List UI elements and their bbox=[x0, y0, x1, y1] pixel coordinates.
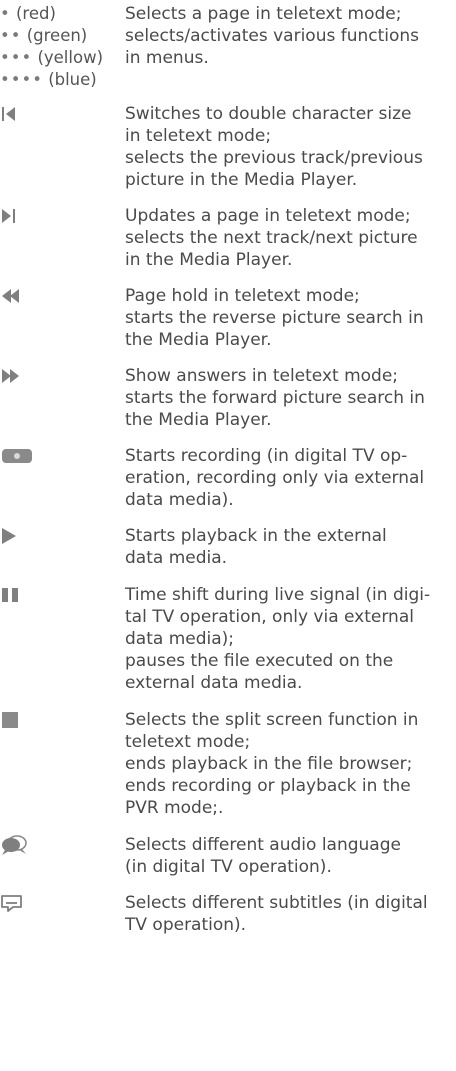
row-description: Updates a page in teletext mode; selects… bbox=[125, 205, 455, 271]
description-line: data media). bbox=[125, 490, 234, 510]
description-line: TV operation). bbox=[125, 915, 247, 935]
description-line: Selects a page in teletext mode; bbox=[125, 4, 402, 24]
record-icon bbox=[2, 449, 32, 463]
description-line: picture in the Media Player. bbox=[125, 170, 358, 190]
row-description: Selects different subtitles (in digital … bbox=[125, 892, 455, 936]
color-button-label: (green) bbox=[26, 26, 88, 45]
symbol-cell bbox=[0, 834, 110, 856]
color-button-label: (red) bbox=[15, 4, 56, 23]
description-line: Starts playback in the external bbox=[125, 526, 387, 546]
color-button-red: • (red) bbox=[0, 3, 125, 25]
description-line: Switches to double character size bbox=[125, 104, 412, 124]
description-line: (in digital TV operation). bbox=[125, 857, 332, 877]
row-description: Switches to double character size in tel… bbox=[125, 103, 455, 191]
description-line: external data media. bbox=[125, 673, 303, 693]
rewind-icon bbox=[2, 288, 22, 304]
description-line: Page hold in teletext mode; bbox=[125, 286, 360, 306]
description-line: eration, recording only via external bbox=[125, 468, 425, 488]
blue-dots-icon: •••• bbox=[0, 70, 43, 89]
audio-language-icon bbox=[2, 835, 27, 855]
symbol-cell bbox=[0, 892, 110, 914]
color-button-label: (blue) bbox=[48, 70, 97, 89]
symbol-cell bbox=[0, 709, 110, 731]
description-line: Selects different subtitles (in digital bbox=[125, 893, 428, 913]
description-line: teletext mode; bbox=[125, 732, 251, 752]
color-button-labels: • (red) •• (green) ••• (yellow) •••• (bl… bbox=[0, 3, 125, 91]
subtitles-icon bbox=[1, 895, 22, 912]
green-dots-icon: •• bbox=[0, 26, 22, 45]
description-line: Show answers in teletext mode; bbox=[125, 366, 399, 386]
yellow-dots-icon: ••• bbox=[0, 48, 33, 67]
description-line: Selects different audio language bbox=[125, 835, 401, 855]
description-line: the Media Player. bbox=[125, 330, 272, 350]
symbol-cell bbox=[0, 285, 110, 307]
description-line: data media. bbox=[125, 548, 228, 568]
color-button-green: •• (green) bbox=[0, 25, 125, 47]
symbol-cell bbox=[0, 445, 110, 467]
description-line: Time shift during live signal (in digi- bbox=[125, 585, 431, 605]
symbol-cell bbox=[0, 584, 110, 606]
symbol-cell bbox=[0, 103, 110, 125]
description-line: the Media Player. bbox=[125, 410, 272, 430]
description-line: selects/activates various functions bbox=[125, 26, 420, 46]
symbol-cell bbox=[0, 365, 110, 387]
row-description: Starts recording (in digital TV op- erat… bbox=[125, 445, 455, 511]
description-line: Updates a page in teletext mode; bbox=[125, 206, 411, 226]
description-line: in the Media Player. bbox=[125, 250, 293, 270]
description-line: selects the previous track/previous bbox=[125, 148, 423, 168]
remote-control-function-list: • (red) •• (green) ••• (yellow) •••• (bl… bbox=[0, 0, 456, 1071]
row-description: Show answers in teletext mode; starts th… bbox=[125, 365, 455, 431]
description-line: Starts recording (in digital TV op- bbox=[125, 446, 408, 466]
description-line: selects the next track/next picture bbox=[125, 228, 418, 248]
description-line: pauses the file executed on the bbox=[125, 651, 394, 671]
play-icon bbox=[2, 528, 16, 544]
row-description: Time shift during live signal (in digi- … bbox=[125, 584, 455, 694]
color-button-yellow: ••• (yellow) bbox=[0, 47, 125, 69]
row-description: Starts playback in the external data med… bbox=[125, 525, 455, 569]
row-description: Page hold in teletext mode; starts the r… bbox=[125, 285, 455, 351]
symbol-cell bbox=[0, 525, 110, 547]
fast-forward-icon bbox=[2, 368, 22, 384]
pause-icon bbox=[2, 587, 20, 603]
description-line: tal TV operation, only via external bbox=[125, 607, 414, 627]
color-button-blue: •••• (blue) bbox=[0, 69, 125, 91]
skip-next-icon bbox=[2, 208, 16, 224]
description-line: in teletext mode; bbox=[125, 126, 272, 146]
skip-previous-icon bbox=[2, 106, 16, 122]
description-line: data media); bbox=[125, 629, 235, 649]
description-line: ends playback in the file browser; bbox=[125, 754, 413, 774]
description-line: starts the forward picture search in bbox=[125, 388, 425, 408]
color-button-label: (yellow) bbox=[37, 48, 104, 67]
row-description: Selects different audio language (in dig… bbox=[125, 834, 455, 878]
stop-icon bbox=[2, 712, 18, 728]
description-line: starts the reverse picture search in bbox=[125, 308, 424, 328]
color-buttons-description: Selects a page in teletext mode; selects… bbox=[125, 3, 455, 69]
row-description: Selects the split screen function in tel… bbox=[125, 709, 455, 819]
red-dots-icon: • bbox=[0, 4, 11, 23]
description-line: Selects the split screen function in bbox=[125, 710, 419, 730]
symbol-cell bbox=[0, 205, 110, 227]
description-line: in menus. bbox=[125, 48, 209, 68]
description-line: ends recording or playback in the bbox=[125, 776, 411, 796]
description-line: PVR mode;. bbox=[125, 798, 224, 818]
